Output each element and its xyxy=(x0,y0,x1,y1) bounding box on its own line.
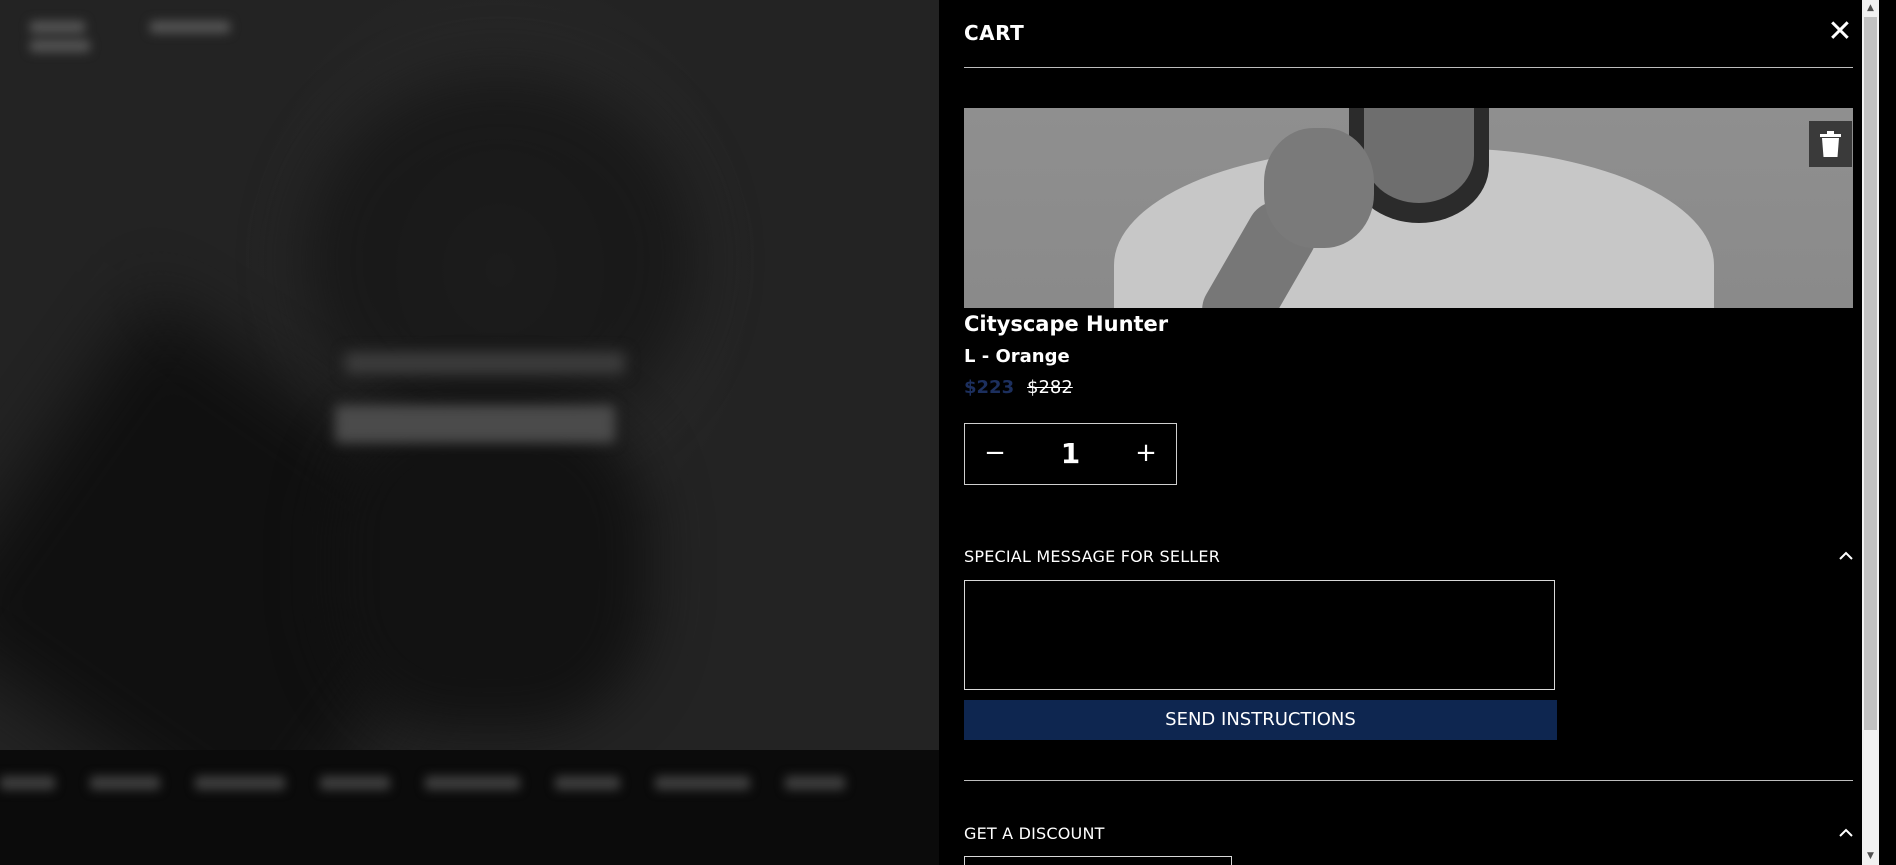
special-message-title[interactable]: SPECIAL MESSAGE FOR SELLER xyxy=(964,547,1220,566)
divider xyxy=(964,780,1853,781)
scrollbar-thumb[interactable] xyxy=(1864,17,1877,730)
product-name: Cityscape Hunter xyxy=(964,312,1169,336)
cart-header: CART ✕ xyxy=(964,17,1853,68)
chevron-up-icon[interactable] xyxy=(1838,548,1854,564)
sale-price: $223 xyxy=(964,377,1015,398)
page-backdrop-overlay[interactable] xyxy=(0,0,939,865)
delete-item-button[interactable] xyxy=(1809,121,1852,167)
original-price: $282 xyxy=(1027,377,1073,398)
cart-title: CART xyxy=(964,21,1025,45)
decrement-button[interactable]: − xyxy=(965,424,1025,484)
blurred-nav xyxy=(30,18,410,52)
chevron-up-icon[interactable] xyxy=(1838,825,1854,841)
close-icon[interactable]: ✕ xyxy=(1827,17,1853,47)
send-instructions-button[interactable]: SEND INSTRUCTIONS xyxy=(964,700,1557,740)
discount-title[interactable]: GET A DISCOUNT xyxy=(964,824,1105,843)
blurred-marquee xyxy=(0,750,939,865)
quantity-value[interactable]: 1 xyxy=(1025,424,1116,484)
trash-icon xyxy=(1820,131,1841,157)
product-variant: L - Orange xyxy=(964,346,1070,367)
blurred-hero-button xyxy=(335,405,615,443)
scrollbar[interactable]: ▲ ▼ xyxy=(1862,0,1879,865)
special-message-textarea[interactable] xyxy=(964,580,1555,690)
quantity-stepper: − 1 + xyxy=(964,423,1177,485)
cart-drawer: CART ✕ Cityscape Hunter L - Orange $223 … xyxy=(939,0,1879,865)
scroll-up-arrow-icon[interactable]: ▲ xyxy=(1862,0,1879,17)
increment-button[interactable]: + xyxy=(1116,424,1176,484)
scroll-down-arrow-icon[interactable]: ▼ xyxy=(1862,848,1879,865)
discount-code-input[interactable] xyxy=(964,856,1232,865)
product-image xyxy=(964,108,1853,308)
